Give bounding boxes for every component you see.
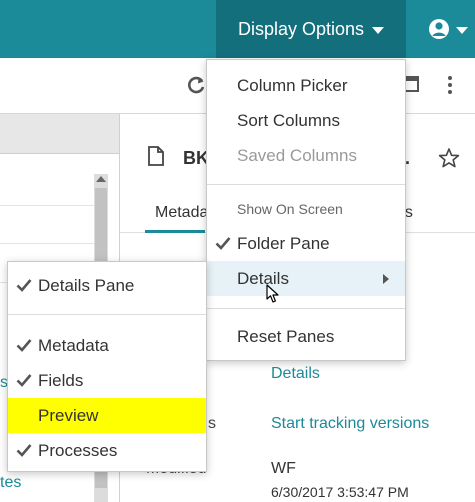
display-options-label: Display Options: [237, 18, 365, 39]
check-icon: [16, 444, 32, 457]
menu-item-label: Saved Columns: [237, 145, 358, 165]
scroll-up-icon[interactable]: [96, 176, 106, 182]
menu-item-label: Metadata: [38, 335, 109, 355]
list-row-divider: [0, 205, 94, 206]
check-icon: [16, 339, 32, 352]
details-link[interactable]: Details: [271, 365, 320, 383]
menu-item-label: Processes: [38, 440, 118, 460]
modified-by: WF: [271, 460, 296, 477]
menu-item-column-picker[interactable]: Column Picker: [207, 68, 405, 103]
menu-item-saved-columns: Saved Columns: [207, 138, 405, 173]
menu-divider: [207, 308, 405, 309]
user-icon: [428, 19, 449, 39]
submenu-item-details-pane[interactable]: Details Pane: [8, 268, 206, 303]
document-icon: [148, 146, 164, 166]
show-on-screen-heading: Show On Screen: [237, 201, 343, 217]
menu-item-label: Sort Columns: [237, 110, 340, 130]
submenu-item-processes[interactable]: Processes: [8, 433, 206, 468]
details-submenu: Details Pane Metadata Fields Preview Pro…: [7, 261, 207, 472]
menu-item-label: Details: [237, 268, 289, 288]
menu-item-details[interactable]: Details: [207, 261, 405, 296]
menu-item-reset-panes[interactable]: Reset Panes: [207, 319, 405, 354]
active-tab-indicator: [145, 230, 205, 233]
display-options-menu: Column Picker Sort Columns Saved Columns…: [206, 59, 406, 361]
menu-divider: [8, 314, 206, 315]
menu-item-label: Details Pane: [38, 275, 135, 295]
caret-down-icon: [372, 27, 385, 34]
display-options-button[interactable]: Display Options: [216, 0, 406, 58]
user-menu-button[interactable]: [420, 0, 475, 58]
menu-item-label: Preview: [38, 405, 99, 425]
refresh-icon[interactable]: [185, 74, 207, 96]
list-row-divider: [0, 243, 94, 244]
star-icon[interactable]: [438, 147, 460, 169]
menu-divider: [207, 184, 405, 185]
mouse-cursor-icon: [266, 284, 279, 303]
tab-metadata[interactable]: Metada: [155, 204, 208, 222]
menu-item-label: Fields: [38, 370, 84, 390]
start-tracking-versions-link[interactable]: Start tracking versions: [271, 415, 429, 433]
versions-label: s: [208, 415, 216, 432]
list-partial-link[interactable]: tes: [0, 474, 21, 492]
top-header-bar: Display Options: [0, 0, 475, 58]
modified-date: 6/30/2017 3:53:47 PM: [271, 484, 409, 500]
submenu-item-fields[interactable]: Fields: [8, 363, 206, 398]
menu-item-label: Folder Pane: [237, 233, 330, 253]
list-column-header: [0, 114, 119, 154]
user-caret-down-icon: [455, 27, 468, 34]
submenu-item-preview[interactable]: Preview: [8, 398, 206, 433]
more-vertical-icon[interactable]: [445, 74, 455, 96]
menu-item-sort-columns[interactable]: Sort Columns: [207, 103, 405, 138]
check-icon: [215, 237, 231, 250]
chevron-right-icon: [383, 274, 389, 284]
check-icon: [16, 279, 32, 292]
menu-item-label: Column Picker: [237, 75, 348, 95]
check-icon: [16, 374, 32, 387]
submenu-item-metadata[interactable]: Metadata: [8, 328, 206, 363]
menu-item-label: Reset Panes: [237, 326, 335, 346]
menu-item-folder-pane[interactable]: Folder Pane: [207, 226, 405, 261]
